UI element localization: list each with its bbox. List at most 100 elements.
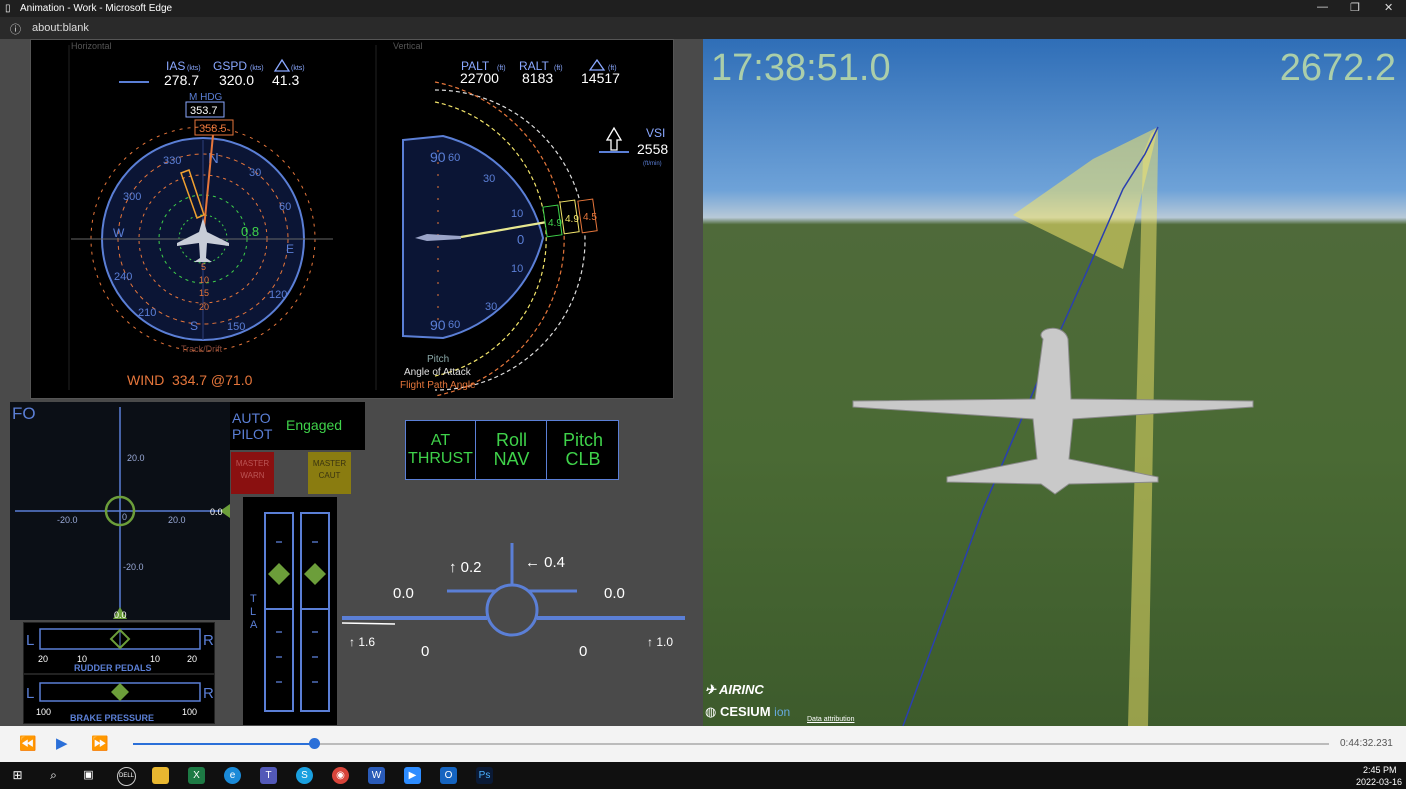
scene-value: 2672.2 [1279,47,1396,89]
vsi-unit: (ft/min) [643,161,662,167]
brake-r: R [203,685,214,702]
outlook-icon[interactable]: O [440,767,457,784]
rudder-value: ← 0.4 [525,554,565,571]
fo-x-right: 20.0 [168,515,186,525]
fo-center: 0 [122,512,127,522]
range-5: 5 [201,262,206,272]
clock-date: 2022-03-16 [1356,777,1403,787]
brake-l: L [26,685,34,702]
vsi-value: 2558 [637,141,668,157]
zoom-icon[interactable]: ▶ [404,767,421,784]
vertical-label: Vertical [393,41,423,51]
navigation-display: Horizontal Vertical IAS (kts) 278.7 GSPD… [30,39,674,399]
compass-300: 300 [123,191,141,203]
airinc-logo-icon: ✈ [705,682,720,697]
brake-marker [111,683,129,701]
fo-y-top: 20.0 [127,453,145,463]
fma-pitch: Pitch CLB [562,430,604,469]
compass-s: S [190,319,198,333]
cesium-logo[interactable]: ◍ CESIUM ion [705,704,790,720]
info-icon[interactable]: ⓘ [10,21,21,37]
vsi-arrow-icon [605,126,623,151]
dalt-delta-icon [588,58,606,71]
left-spoiler-value: ↑ 1.6 [349,635,375,649]
compass-210: 210 [138,307,156,319]
pitch-m10: 10 [511,263,523,275]
airinc-logo: ✈ AIRINC [705,682,764,697]
compass-30: 30 [249,167,261,179]
fast-forward-icon[interactable]: ⏩ [91,735,108,752]
dell-icon[interactable]: DELL [117,767,136,786]
right-aileron-value: 0.0 [604,585,625,602]
minimize-icon[interactable]: — [1317,1,1328,13]
chrome-icon[interactable]: ◉ [332,767,349,784]
rudder-r: R [203,632,214,649]
page-icon: ▯ [5,3,11,14]
fma-thrust: AT THRUST [406,421,476,479]
excel-icon[interactable]: X [188,767,205,784]
search-icon[interactable]: ⌕ [45,767,62,784]
elevator-value: ↑ 0.2 [449,559,482,576]
pitch-30: 30 [483,173,495,185]
fuselage-circle [485,583,539,637]
edge-icon[interactable]: e [224,767,241,784]
rewind-icon[interactable]: ⏪ [19,735,36,752]
title-bar: ▯ Animation - Work - Microsoft Edge — ❐ … [0,0,1406,17]
address-bar: ⓘ about:blank [0,17,1406,39]
master-warn-button[interactable]: MASTER WARN [231,452,274,494]
3d-map-view[interactable]: 17:38:51.0 2672.2 ✈ AIRINC ◍ CESIUM ion … [703,39,1406,726]
timeline-knob[interactable] [308,738,320,749]
fpa-tag: 4.5 [583,212,597,223]
teams-icon[interactable]: T [260,767,277,784]
flight-path-curtain [1013,127,1158,269]
data-attribution-link[interactable]: Data attribution [807,716,854,723]
word-icon[interactable]: W [368,767,385,784]
pitch-tag: 4.9 [548,218,562,229]
range-15: 15 [199,288,209,298]
compass-240: 240 [114,271,132,283]
delta-unit: (kts) [291,65,305,72]
wind-label: WIND [127,372,164,388]
fma-roll: Roll NAV [477,421,547,479]
restore-icon[interactable]: ❐ [1350,1,1360,14]
taskbar: ⊞ ⌕ ▣ DELL X e T S ◉ W ▶ O Ps 2:45 PM 20… [0,762,1406,789]
compass-w: W [113,226,125,240]
clock-time: 2:45 PM [1363,765,1397,775]
drift-value: 0.8 [241,224,259,239]
rudder-r20: 20 [187,654,197,664]
range-20: 20 [199,302,209,312]
rudder-pedals-gauge: L R 20 10 10 20 RUDDER PEDALS [23,622,215,674]
right-throttle-marker [304,563,326,585]
url-text[interactable]: about:blank [32,22,89,34]
right-flap-value: 0 [579,643,587,660]
pitch-zero: 0 [517,232,524,247]
scene-time: 17:38:51.0 [711,47,891,89]
fo-sidestick-panel: FO 20.0 -20.0 -20.0 20.0 0 0.0 0.0 [10,402,230,620]
ralt-unit: (ft) [554,65,563,72]
file-explorer-icon[interactable] [152,767,169,784]
close-icon[interactable]: ✕ [1384,1,1393,14]
horizontal-label: Horizontal [71,41,112,51]
fpa-label: Flight Path Angle [400,380,476,391]
gspd-unit: (kts) [250,65,264,72]
right-spoiler-value: ↑ 1.0 [647,635,673,649]
photoshop-icon[interactable]: Ps [476,767,493,784]
brake-pressure-gauge: L R 100 100 BRAKE PRESSURE [23,674,215,724]
palt-value: 22700 [460,70,499,86]
ias-label: IAS [166,59,185,73]
task-view-icon[interactable]: ▣ [80,767,97,784]
master-caut-button[interactable]: MASTER CAUT [308,452,351,494]
brake-label: BRAKE PRESSURE [70,713,154,723]
skype-icon[interactable]: S [296,767,313,784]
windows-start-icon[interactable]: ⊞ [9,767,26,784]
ias-value: 278.7 [164,72,199,88]
vsi-label: VSI [646,126,665,140]
mhdg-value: 353.7 [190,105,218,117]
play-icon[interactable]: ▶ [56,734,68,752]
scene-graphics [852,126,1254,726]
pitch-top-60: 60 [448,152,460,164]
pitch-bot-90: 90 [430,317,446,333]
compass-60: 60 [279,201,291,213]
playback-bar: ⏪ ▶ ⏩ 0:44:32.231 [0,726,1406,762]
flight-mode-annunciator: AT THRUST Roll NAV Pitch CLB [405,420,619,480]
